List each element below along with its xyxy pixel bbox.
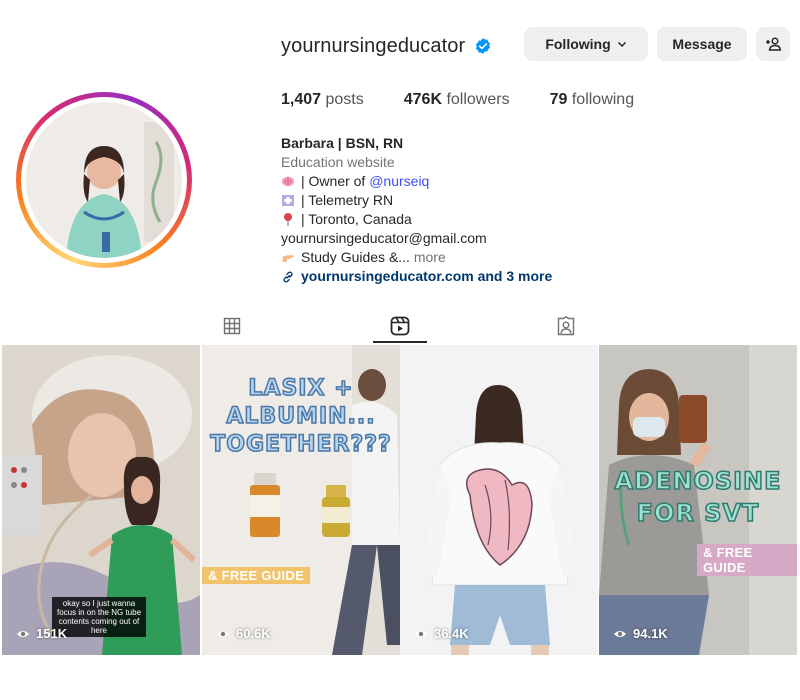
profile-stats: 1,407 posts 476K followers 79 following xyxy=(281,91,674,109)
posts-count: 1,407 posts xyxy=(281,91,364,108)
bio-email: yournursingeducator@gmail.com xyxy=(281,230,487,246)
tab-tagged[interactable] xyxy=(546,310,586,342)
reel-thumbnail xyxy=(400,345,598,655)
profile-bio: Barbara | BSN, RN Education website | Ow… xyxy=(281,134,781,286)
play-count-icon xyxy=(17,630,29,637)
reel-tag: & FREE GUIDE xyxy=(202,567,311,584)
hospital-icon xyxy=(282,195,294,206)
following-count[interactable]: 79 following xyxy=(550,91,635,109)
play-count-icon xyxy=(415,630,427,637)
profile-tabs xyxy=(0,310,800,344)
tab-posts[interactable] xyxy=(212,310,252,342)
reel-tile[interactable]: LASIX + ALBUMIN... TOGETHER??? & FREE GU… xyxy=(202,345,400,655)
grid-icon xyxy=(223,317,241,335)
message-button-label: Message xyxy=(672,36,732,52)
avatar-photo xyxy=(26,102,182,258)
followers-count[interactable]: 476K followers xyxy=(404,91,510,109)
reel-tag: & FREE GUIDE xyxy=(697,544,797,576)
brain-icon xyxy=(282,176,294,187)
message-button[interactable]: Message xyxy=(657,27,747,61)
profile-avatar[interactable] xyxy=(16,92,192,268)
username-row: yournursingeducator xyxy=(281,28,492,64)
reel-tile[interactable]: ADENOSINE FOR SVT & FREE GUIDE 94.1K xyxy=(599,345,797,655)
bio-line-owner: | Owner of @nurseiq xyxy=(281,172,781,191)
reel-tile[interactable]: okay so I just wanna focus in on the NG … xyxy=(2,345,200,655)
reels-icon xyxy=(390,316,410,336)
reel-views: 36.4K xyxy=(414,626,469,641)
reels-grid: okay so I just wanna focus in on the NG … xyxy=(0,345,800,655)
tab-reels[interactable] xyxy=(380,310,420,342)
bio-line-guides: Study Guides &... more xyxy=(281,248,781,267)
play-count-icon xyxy=(217,630,229,637)
following-button[interactable]: Following xyxy=(524,27,648,61)
reel-views: 94.1K xyxy=(613,626,668,641)
active-tab-indicator xyxy=(373,341,427,343)
verified-badge-icon xyxy=(476,38,491,54)
external-link[interactable]: yournursingeducator.com and 3 more xyxy=(281,267,781,286)
reel-tile[interactable]: 36.4K xyxy=(400,345,598,655)
profile-name: Barbara | BSN, RN xyxy=(281,135,404,151)
profile-username: yournursingeducator xyxy=(281,34,466,57)
profile-category: Education website xyxy=(281,154,395,170)
tagged-icon xyxy=(557,316,575,336)
reel-views: 151K xyxy=(16,626,67,641)
reel-views: 60.6K xyxy=(216,626,271,641)
chevron-down-icon xyxy=(617,41,626,48)
bio-line-location: | Toronto, Canada xyxy=(281,210,781,229)
link-icon xyxy=(283,271,293,282)
bio-line-role: | Telemetry RN xyxy=(281,191,781,210)
nurseiq-mention-link[interactable]: @nurseiq xyxy=(369,173,429,189)
suggested-users-button[interactable] xyxy=(756,27,790,61)
following-button-label: Following xyxy=(545,36,611,52)
external-link-label: yournursingeducator.com and 3 more xyxy=(301,268,553,284)
reel-title: LASIX + ALBUMIN... TOGETHER??? xyxy=(210,375,392,458)
bio-more-link[interactable]: more xyxy=(414,249,446,265)
add-user-icon xyxy=(766,37,781,51)
play-count-icon xyxy=(614,630,626,637)
pin-icon xyxy=(284,213,292,226)
reel-title: ADENOSINE FOR SVT xyxy=(614,466,782,528)
pointing-hand-icon xyxy=(282,255,294,262)
